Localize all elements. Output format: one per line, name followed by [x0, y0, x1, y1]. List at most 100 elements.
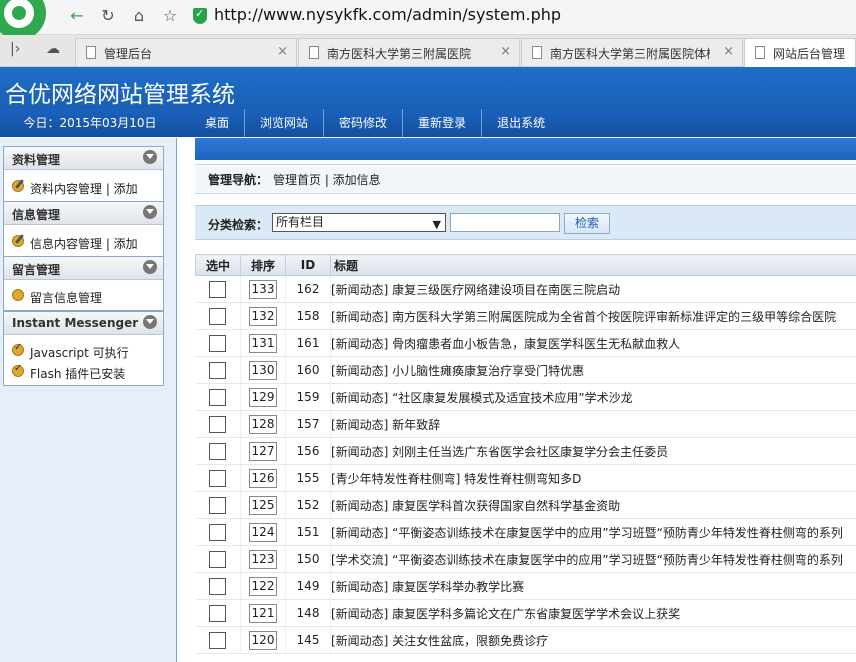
sidebar-item-messages[interactable]: 留言信息管理 [4, 280, 163, 310]
order-input[interactable]: 122 [249, 576, 277, 596]
menu-logout[interactable]: 退出系统 [482, 109, 560, 137]
row-title-link[interactable]: [新闻动态] 刘刚主任当选广东省医学会社区康复学分会主任委员 [330, 437, 856, 465]
row-title-link[interactable]: [新闻动态] 康复医学科多篇论文在广东省康复医学学术会议上获奖 [330, 599, 856, 627]
chevron-up-icon[interactable]: ︿ [176, 150, 194, 169]
row-title-link[interactable]: [新闻动态] 关注女性盆底，限额免费诊疗 [330, 626, 856, 654]
row-title-link[interactable]: [新闻动态] “社区康复发展模式及适宜技术应用”学术沙龙 [330, 383, 856, 411]
menu-desktop[interactable]: 桌面 [190, 109, 246, 137]
row-checkbox[interactable] [209, 415, 227, 433]
menu-change-password[interactable]: 密码修改 [324, 109, 404, 137]
order-input[interactable]: 132 [249, 306, 277, 326]
tab-hospital[interactable]: 南方医科大学第三附属医院 × [298, 38, 520, 66]
row-id: 151 [285, 518, 331, 546]
order-input[interactable]: 121 [249, 603, 277, 623]
collapse-icon[interactable] [143, 205, 157, 219]
order-input[interactable]: 129 [249, 387, 277, 407]
row-title-link[interactable]: [新闻动态] “平衡姿态训练技术在康复医学中的应用”学习班暨“预防青少年特发性脊… [330, 518, 856, 546]
sidebar-item-info-content[interactable]: 信息内容管理 | 添加 [4, 225, 163, 257]
row-checkbox[interactable] [209, 280, 227, 298]
panel-header[interactable]: 资料管理 [4, 147, 163, 170]
row-checkbox[interactable] [209, 577, 227, 595]
row-checkbox[interactable] [209, 442, 227, 460]
order-input[interactable]: 125 [249, 495, 277, 515]
home-icon[interactable]: ⌂ [128, 4, 150, 28]
row-title-link[interactable]: [新闻动态] 康复三级医疗网络建设项目在南医三院启动 [330, 275, 856, 303]
row-checkbox[interactable] [209, 334, 227, 352]
breadcrumb-label: 管理导航： [208, 173, 269, 187]
row-title-link[interactable]: [学术交流] “平衡姿态训练技术在康复医学中的应用”学习班暨“预防青少年特发性脊… [330, 545, 856, 573]
menu-relogin[interactable]: 重新登录 [403, 109, 483, 137]
order-input[interactable]: 120 [249, 630, 277, 650]
search-input[interactable] [450, 213, 560, 232]
cloud-icon[interactable]: ☁ [46, 41, 60, 57]
order-input[interactable]: 126 [249, 468, 277, 488]
row-checkbox[interactable] [209, 604, 227, 622]
reload-icon[interactable]: ↻ [97, 4, 119, 28]
order-input[interactable]: 127 [249, 441, 277, 461]
order-input[interactable]: 128 [249, 414, 277, 434]
page-icon [86, 46, 96, 59]
close-icon[interactable]: × [500, 44, 511, 59]
collapse-icon[interactable] [143, 315, 157, 329]
check-icon [12, 363, 24, 377]
row-title-link[interactable]: [新闻动态] 康复医学科举办教学比赛 [330, 572, 856, 600]
order-input[interactable]: 131 [249, 333, 277, 353]
status-flash: Flash 插件已安装 [4, 363, 163, 385]
order-input[interactable]: 124 [249, 522, 277, 542]
sidebar-item-label[interactable]: 资料内容管理 | 添加 [30, 180, 138, 197]
row-id: 156 [285, 437, 331, 465]
row-title-link[interactable]: [新闻动态] 骨肉瘤患者血小板告急，康复医学科医生无私献血救人 [330, 329, 856, 357]
chevron-down-icon: ▼ [432, 218, 441, 231]
url-field[interactable]: http://www.nysykfk.com/admin/system.php [214, 5, 561, 24]
row-checkbox[interactable] [209, 361, 227, 379]
sidebar-toggle-icon[interactable]: |› [10, 41, 20, 57]
row-title-link[interactable]: [新闻动态] 康复医学科首次获得国家自然科学基金资助 [330, 491, 856, 519]
search-button[interactable]: 检索 [564, 213, 610, 234]
collapse-icon[interactable] [143, 150, 157, 164]
order-input[interactable]: 123 [249, 549, 277, 569]
row-checkbox[interactable] [209, 388, 227, 406]
sidebar-item-data-content[interactable]: 资料内容管理 | 添加 [4, 170, 163, 202]
row-checkbox[interactable] [209, 469, 227, 487]
panel-header[interactable]: Instant Messenger [4, 312, 163, 335]
page-icon [309, 46, 319, 59]
menu-browse-site[interactable]: 浏览网站 [245, 109, 325, 137]
row-id: 150 [285, 545, 331, 573]
row-title-link[interactable]: [新闻动态] 南方医科大学第三附属医院成为全省首个按医院评审新标准评定的三级甲等… [330, 302, 856, 330]
table-row: 133 162 [新闻动态] 康复三级医疗网络建设项目在南医三院启动 [195, 275, 856, 303]
row-checkbox[interactable] [209, 523, 227, 541]
row-id: 155 [285, 464, 331, 492]
close-icon[interactable]: × [277, 44, 288, 59]
tab-site-admin[interactable]: 网站后台管理 [744, 38, 856, 67]
order-input[interactable]: 133 [249, 279, 277, 299]
tab-admin[interactable]: 管理后台 × [75, 38, 297, 66]
close-icon[interactable]: × [723, 44, 734, 59]
star-icon[interactable]: ☆ [159, 4, 181, 28]
row-id: 148 [285, 599, 331, 627]
date-display: 今日：2015年03月10日 [23, 116, 157, 130]
row-checkbox[interactable] [209, 550, 227, 568]
row-checkbox[interactable] [209, 307, 227, 325]
category-select[interactable]: 所有栏目 ▼ [272, 213, 446, 232]
row-id: 159 [285, 383, 331, 411]
breadcrumb-links[interactable]: 管理首页 | 添加信息 [273, 171, 381, 188]
row-title-link[interactable]: [青少年特发性脊柱侧弯] 特发性脊柱侧弯知多D [330, 464, 856, 492]
row-checkbox[interactable] [209, 631, 227, 649]
sidebar-item-label[interactable]: 留言信息管理 [30, 289, 102, 306]
row-select-cell [195, 329, 241, 357]
tab-hospital-checkup[interactable]: 南方医科大学第三附属医院体检 × [521, 38, 743, 66]
row-title-link[interactable]: [新闻动态] 小儿脑性瘫痪康复治疗享受门特优惠 [330, 356, 856, 384]
row-id: 160 [285, 356, 331, 384]
back-arrow-icon[interactable]: ← [66, 4, 88, 28]
sidebar: 资料管理 资料内容管理 | 添加 信息管理 信息内容管理 | 添加 留言管理 留… [0, 138, 177, 662]
row-checkbox[interactable] [209, 496, 227, 514]
row-select-cell [195, 491, 241, 519]
table-row: 131 161 [新闻动态] 骨肉瘤患者血小板告急，康复医学科医生无私献血救人 [195, 329, 856, 357]
table-row: 124 151 [新闻动态] “平衡姿态训练技术在康复医学中的应用”学习班暨“预防青… [195, 518, 856, 546]
collapse-icon[interactable] [143, 260, 157, 274]
order-input[interactable]: 130 [249, 360, 277, 380]
panel-header[interactable]: 信息管理 [4, 202, 163, 225]
row-title-link[interactable]: [新闻动态] 新年致辞 [330, 410, 856, 438]
panel-header[interactable]: 留言管理 [4, 257, 163, 280]
sidebar-item-label[interactable]: 信息内容管理 | 添加 [30, 235, 138, 252]
